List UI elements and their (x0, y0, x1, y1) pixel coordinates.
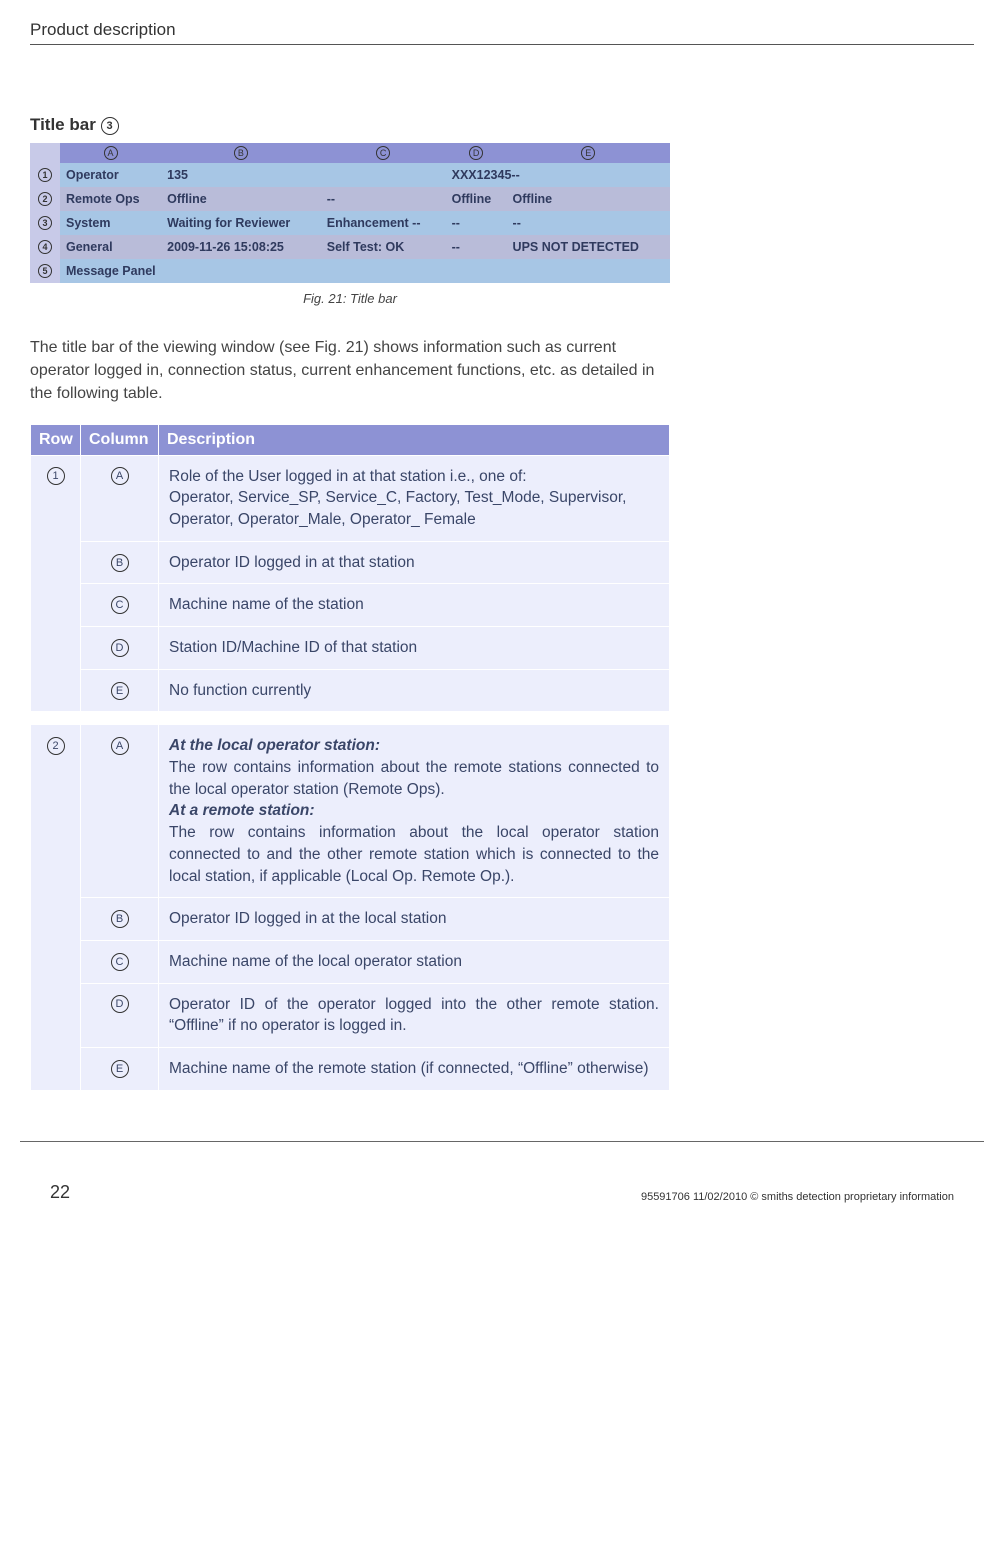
desc-cell: Operator ID logged in at the local stati… (159, 898, 670, 941)
col-badge: E (111, 1060, 129, 1078)
desc-cell: Station ID/Machine ID of that station (159, 627, 670, 670)
row-2-badge: 2 (38, 192, 52, 206)
titlebar-column-header: A B C D E (30, 143, 670, 163)
cell: Offline (446, 187, 507, 211)
desc-cell: No function currently (159, 669, 670, 712)
col-badge: E (111, 682, 129, 700)
cell: Operator (60, 163, 161, 187)
col-C-badge: C (376, 146, 390, 160)
head-col: Column (81, 424, 159, 455)
col-badge: C (111, 596, 129, 614)
titlebar-row-3: 3 System Waiting for Reviewer Enhancemen… (30, 211, 670, 235)
cell: XXX12345-- (446, 163, 670, 187)
desc-cell: Role of the User logged in at that stati… (159, 455, 670, 541)
col-D-badge: D (469, 146, 483, 160)
subtext: The row contains information about the l… (169, 824, 659, 884)
description-table: Row Column Description 1 A Role of the U… (30, 424, 670, 1091)
cell: Offline (507, 187, 670, 211)
cell: Self Test: OK (321, 235, 446, 259)
table-row: E No function currently (31, 669, 670, 712)
titlebar-row-4: 4 General 2009-11-26 15:08:25 Self Test:… (30, 235, 670, 259)
section-title: Title bar 3 (30, 115, 974, 135)
desc-cell: Machine name of the local operator stati… (159, 940, 670, 983)
figure-caption: Fig. 21: Title bar (30, 291, 670, 306)
desc-cell: At the local operator station: The row c… (159, 725, 670, 898)
cell: UPS NOT DETECTED (507, 235, 670, 259)
titlebar-row-5: 5 Message Panel (30, 259, 670, 283)
title-number-badge: 3 (101, 117, 119, 135)
table-row: E Machine name of the remote station (if… (31, 1047, 670, 1090)
col-A-badge: A (104, 146, 118, 160)
row-1-badge: 1 (38, 168, 52, 182)
cell: Remote Ops (60, 187, 161, 211)
cell: -- (507, 211, 670, 235)
cell: -- (446, 235, 507, 259)
page-number: 22 (50, 1182, 70, 1203)
copyright: 95591706 11/02/2010 © smiths detection p… (641, 1191, 954, 1203)
cell: System (60, 211, 161, 235)
col-badge: C (111, 953, 129, 971)
cell: -- (446, 211, 507, 235)
table-row: D Operator ID of the operator logged int… (31, 983, 670, 1047)
cell: Waiting for Reviewer (161, 211, 321, 235)
row-3-badge: 3 (38, 216, 52, 230)
spacer-row (31, 712, 670, 725)
col-badge: B (111, 910, 129, 928)
page-header: Product description (30, 20, 974, 45)
table-row: 2 A At the local operator station: The r… (31, 725, 670, 898)
table-row: D Station ID/Machine ID of that station (31, 627, 670, 670)
row-badge: 2 (47, 737, 65, 755)
section-title-text: Title bar (30, 115, 101, 134)
table-row: B Operator ID logged in at that station (31, 541, 670, 584)
head-desc: Description (159, 424, 670, 455)
page-footer: 22 95591706 11/02/2010 © smiths detectio… (20, 1141, 984, 1221)
table-row: 1 A Role of the User logged in at that s… (31, 455, 670, 541)
subhead: At a remote station: (169, 802, 315, 819)
cell: -- (321, 187, 446, 211)
cell: 135 (161, 163, 321, 187)
title-bar-figure: A B C D E 1 Operator 135 XXX12345-- 2 Re… (30, 143, 670, 283)
desc-cell: Operator ID logged in at that station (159, 541, 670, 584)
cell (321, 163, 446, 187)
col-badge: A (111, 737, 129, 755)
titlebar-row-1: 1 Operator 135 XXX12345-- (30, 163, 670, 187)
cell: Enhancement -- (321, 211, 446, 235)
row-5-badge: 5 (38, 264, 52, 278)
col-badge: D (111, 995, 129, 1013)
col-badge: D (111, 639, 129, 657)
desc-cell: Machine name of the station (159, 584, 670, 627)
row-badge: 1 (47, 467, 65, 485)
cell: Offline (161, 187, 321, 211)
col-badge: A (111, 467, 129, 485)
intro-paragraph: The title bar of the viewing window (see… (30, 336, 670, 406)
col-badge: B (111, 554, 129, 572)
table-row: B Operator ID logged in at the local sta… (31, 898, 670, 941)
head-row: Row (31, 424, 81, 455)
col-B-badge: B (234, 146, 248, 160)
row-4-badge: 4 (38, 240, 52, 254)
desc-cell: Machine name of the remote station (if c… (159, 1047, 670, 1090)
subtext: The row contains information about the r… (169, 759, 659, 798)
desc-cell: Operator ID of the operator logged into … (159, 983, 670, 1047)
cell: 2009-11-26 15:08:25 (161, 235, 321, 259)
subhead: At the local operator station: (169, 737, 380, 754)
table-row: C Machine name of the local operator sta… (31, 940, 670, 983)
table-row: C Machine name of the station (31, 584, 670, 627)
cell: Message Panel (60, 259, 670, 283)
description-header-row: Row Column Description (31, 424, 670, 455)
titlebar-row-2: 2 Remote Ops Offline -- Offline Offline (30, 187, 670, 211)
cell: General (60, 235, 161, 259)
col-E-badge: E (581, 146, 595, 160)
